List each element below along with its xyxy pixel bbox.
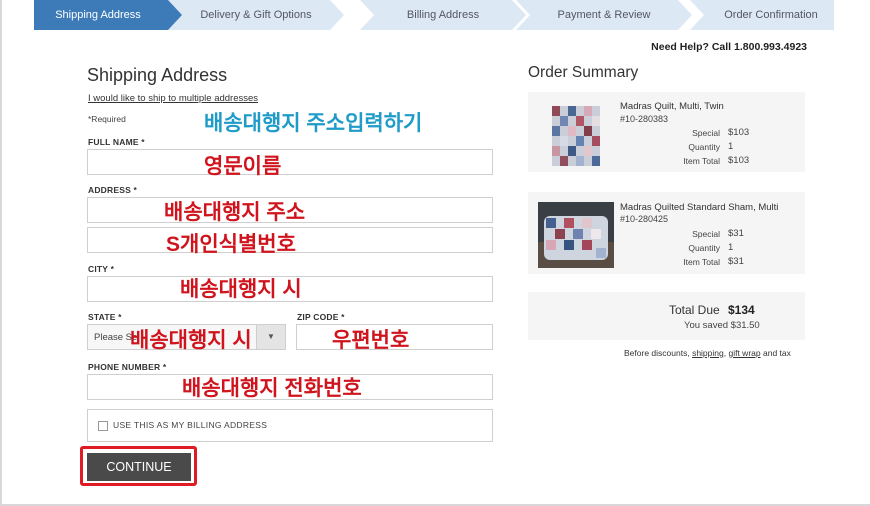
quantity-value: 1 [728, 141, 734, 152]
savings-text: You saved $31.50 [684, 320, 760, 331]
item-total-value: $31 [728, 256, 744, 267]
special-value: $103 [728, 127, 750, 138]
before-separator: , [723, 348, 727, 358]
item-total-value: $103 [728, 155, 750, 166]
frame-left-border [0, 0, 2, 506]
annotation-city: 배송대행지 시 [180, 278, 302, 301]
order-item: Madras Quilted Standard Sham, Multi #10-… [528, 192, 805, 274]
quilt-thumbnail [538, 102, 614, 168]
annotation-full-name: 영문이름 [204, 155, 282, 178]
special-value: $31 [728, 228, 744, 239]
city-label: CITY * [88, 264, 115, 274]
required-note: *Required [88, 114, 126, 124]
address-label: ADDRESS * [88, 185, 138, 195]
before-suffix: and tax [762, 348, 791, 358]
step-order-confirmation[interactable]: Order Confirmation [690, 0, 834, 30]
continue-button[interactable]: CONTINUE [87, 453, 191, 481]
chevron-down-icon: ▼ [256, 325, 285, 349]
before-discounts-note: Before discounts, shipping, gift wrap an… [624, 348, 791, 358]
quantity-value: 1 [728, 242, 734, 253]
annotation-zip: 우편번호 [332, 329, 410, 352]
gift-wrap-link[interactable]: gift wrap [728, 348, 760, 358]
item-name[interactable]: Madras Quilted Standard Sham, Multi [620, 202, 778, 213]
annotation-address2: S개인식별번호 [166, 233, 296, 256]
page-title: Shipping Address [87, 65, 228, 85]
phone-label: PHONE NUMBER * [88, 362, 167, 372]
order-summary-title: Order Summary [528, 64, 639, 81]
total-due-label: Total Due [669, 303, 720, 317]
annotation-address: 배송대행지 주소 [164, 201, 306, 224]
step-shipping-address[interactable]: Shipping Address [34, 0, 184, 30]
step-label: Billing Address [406, 9, 480, 21]
quantity-label: Quantity [688, 142, 720, 152]
before-prefix: Before discounts, [624, 348, 690, 358]
quantity-label: Quantity [688, 243, 720, 253]
step-label: Order Confirmation [724, 9, 818, 21]
order-item: Madras Quilt, Multi, Twin #10-280383 Spe… [528, 92, 805, 172]
annotation-state: 배송대행지 시 [130, 329, 252, 352]
total-panel [528, 292, 805, 340]
step-billing-address[interactable]: Billing Address [360, 0, 526, 30]
item-total-label: Item Total [683, 156, 720, 166]
item-name[interactable]: Madras Quilt, Multi, Twin [620, 101, 724, 112]
step-label: Shipping Address [55, 9, 141, 21]
item-total-label: Item Total [683, 257, 720, 267]
ship-multiple-link[interactable]: I would like to ship to multiple address… [88, 93, 258, 104]
item-sku: #10-280425 [620, 214, 669, 224]
billing-option-box: USE THIS AS MY BILLING ADDRESS [87, 409, 493, 442]
state-label: STATE * [88, 312, 122, 322]
special-label: Special [692, 128, 720, 138]
billing-checkbox[interactable] [98, 421, 108, 431]
step-label: Payment & Review [557, 9, 651, 21]
step-label: Delivery & Gift Options [200, 9, 312, 21]
annotation-phone: 배송대행지 전화번호 [182, 377, 362, 400]
total-due-value: $134 [728, 303, 755, 317]
step-delivery-gift[interactable]: Delivery & Gift Options [168, 0, 344, 30]
checkout-progress: Shipping Address Delivery & Gift Options… [34, 0, 834, 30]
step-payment-review[interactable]: Payment & Review [516, 0, 692, 30]
help-phone: Need Help? Call 1.800.993.4923 [651, 41, 807, 53]
item-sku: #10-280383 [620, 114, 669, 124]
special-label: Special [692, 229, 720, 239]
annotation-intro: 배송대행지 주소입력하기 [204, 112, 423, 135]
sham-thumbnail [538, 202, 614, 268]
billing-checkbox-label[interactable]: USE THIS AS MY BILLING ADDRESS [113, 420, 267, 430]
shipping-link[interactable]: shipping [692, 348, 724, 358]
full-name-field[interactable] [87, 149, 493, 175]
zip-label: ZIP CODE * [297, 312, 345, 322]
full-name-label: FULL NAME * [88, 137, 145, 147]
